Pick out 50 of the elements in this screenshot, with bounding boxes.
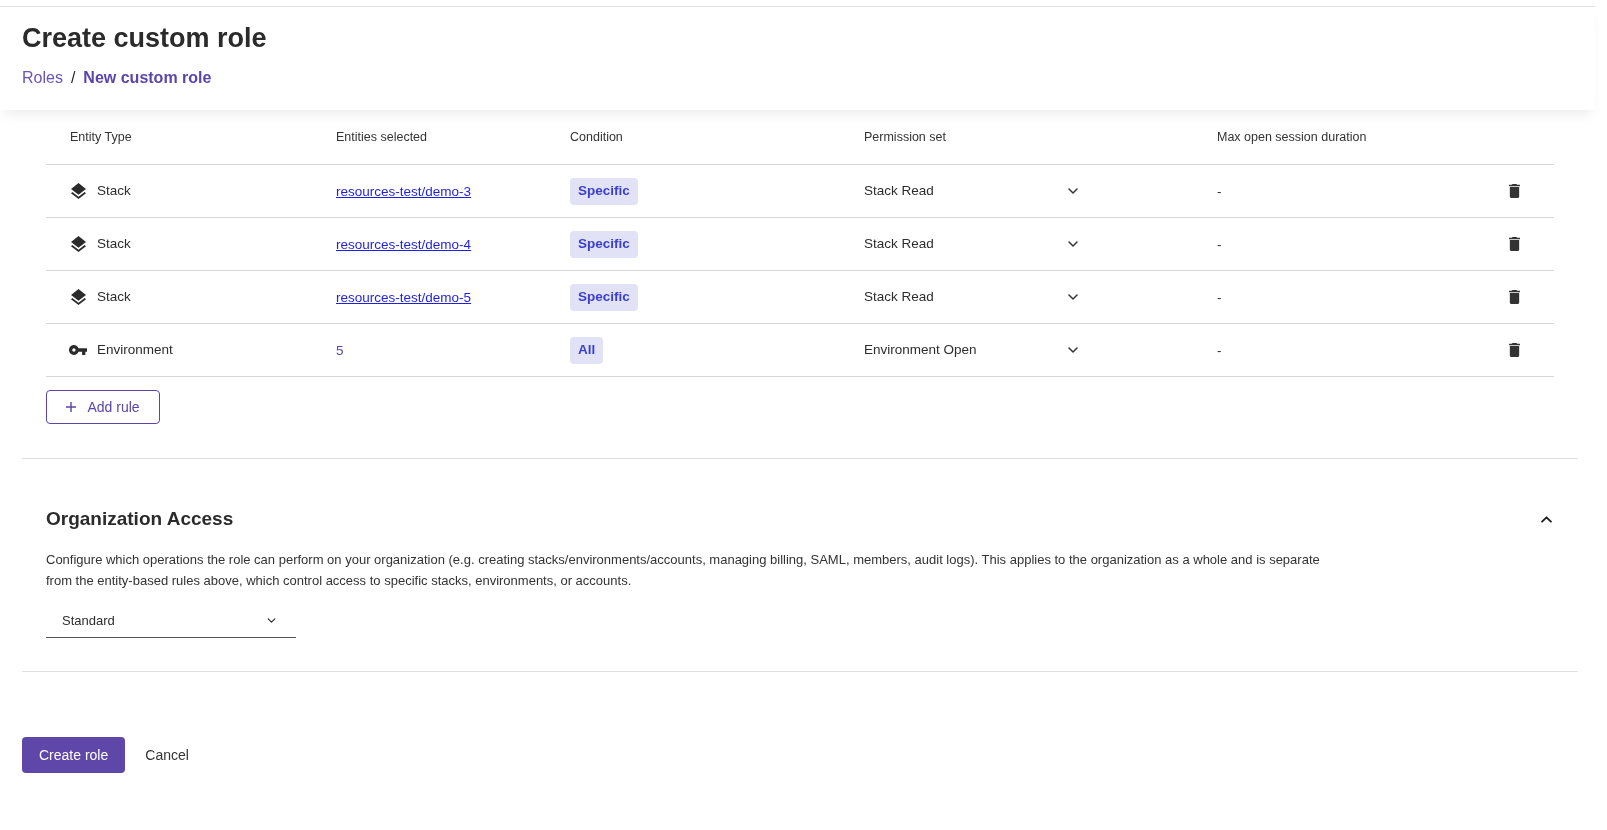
entity-type-text: Stack [97,234,131,253]
column-header: Entities selected [336,128,428,146]
chevron-down-icon [1068,241,1078,247]
layers-icon [70,236,86,252]
entity-link[interactable]: resources-test/demo-5 [336,290,472,305]
entity-type-text: Environment [97,340,173,359]
column-header: Permission set [864,128,946,146]
section-title: Organization Access [46,507,234,531]
condition-tag: Specific [570,230,638,258]
session-duration-text: - [1217,343,1222,358]
permission-select[interactable]: Environment Open [864,339,1078,361]
permission-select[interactable]: Stack Read [864,180,1078,202]
add-rule-button[interactable]: Add rule [46,390,160,424]
entity-type-text: Stack [97,287,131,306]
chevron-down-icon [267,618,276,623]
chevron-up-icon [1540,515,1552,523]
condition-tag: Specific [570,283,638,311]
session-duration-text: - [1217,237,1222,252]
chevron-down-icon [1068,188,1078,194]
section-description: Configure which operations the role can perform on your organization (e.g. creating stacks/environments/accounts, managing billing, SAML, members, audit logs). This applies to the organization as a whole and is separate from the entity-based rules above, which control access to specific stacks, environments, or accounts. [46,551,1321,590]
layers-icon [70,289,86,305]
trash-icon[interactable] [1508,184,1520,198]
condition-tag: All [570,336,604,364]
trash-icon[interactable] [1508,237,1520,251]
create-role-button[interactable]: Create role [22,737,126,773]
entity-link[interactable]: resources-test/demo-3 [336,184,472,199]
entity-count: 5 [336,343,344,358]
chevron-down-icon [1068,294,1078,300]
page-title: Create custom role [22,22,267,55]
cancel-button[interactable]: Cancel [145,744,189,766]
key-icon [69,345,87,355]
breadcrumb-link[interactable]: Roles [22,67,63,89]
column-header: Entity Type [70,128,132,146]
column-header: Condition [570,128,623,146]
permission-select[interactable]: Stack Read [864,233,1078,255]
entity-type-text: Stack [97,181,131,200]
chevron-down-icon [1068,347,1078,353]
session-duration-text: - [1217,290,1222,305]
trash-icon[interactable] [1508,343,1520,357]
column-header: Max open session duration [1217,128,1367,146]
session-duration-text: - [1217,184,1222,199]
condition-tag: Specific [570,177,638,205]
entity-link[interactable]: resources-test/demo-4 [336,237,472,252]
layers-icon [70,183,86,199]
breadcrumb-separator: / [70,68,76,88]
breadcrumb-current[interactable]: New custom role [83,67,212,89]
trash-icon[interactable] [1508,290,1520,304]
access-level-select[interactable]: Standard [46,604,296,638]
plus-icon [66,402,77,412]
permission-select[interactable]: Stack Read [864,286,1078,308]
